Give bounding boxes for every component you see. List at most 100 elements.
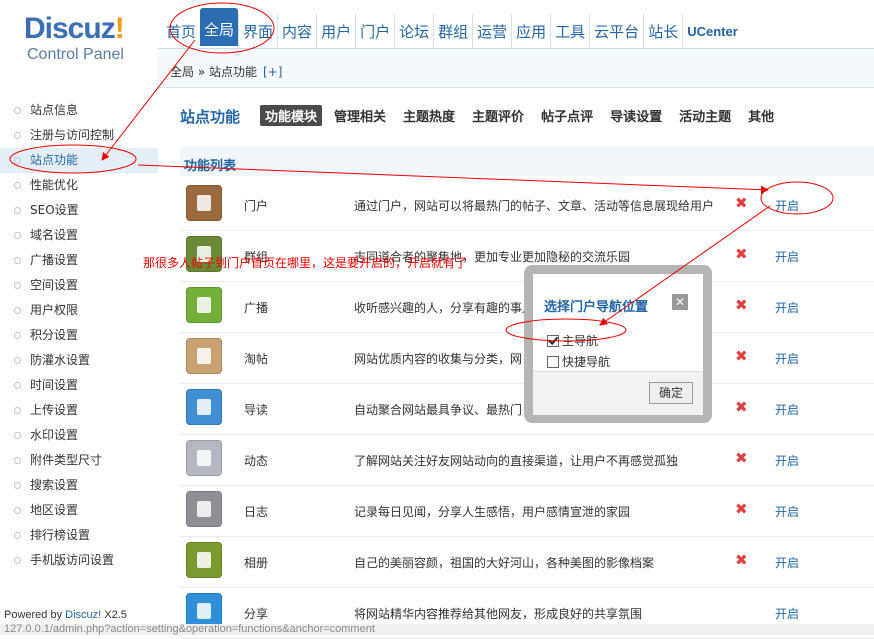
disabled-icon: ✖ [735,551,748,569]
feature-description: 将网站精华内容推荐给其他网友，形成良好的共享氛围 [354,607,643,621]
option-quick-nav[interactable]: 快捷导航 [547,353,610,370]
feature-description: 通过门户，网站可以将最热门的帖子、文章、活动等信息展现给用户 [354,199,715,213]
nav-tab-13[interactable]: UCenter [682,14,742,48]
enable-link[interactable]: 开启 [775,299,799,316]
sidebar-item-12[interactable]: 上传设置 [0,398,158,423]
feature-name: 动态 [244,454,269,468]
feature-icon [186,542,222,578]
breadcrumb: 全局 » 站点功能 [+] [170,65,283,79]
feature-icon [186,491,222,527]
feature-icon [186,338,222,374]
list-header: 功能列表 [180,146,874,176]
feature-description: 记录每日见闻，分享人生感悟，用户感情宣泄的家园 [354,505,631,519]
feature-description: 网站优质内容的收集与分类，网 [354,352,523,366]
section-tab-6[interactable]: 活动主题 [674,105,736,126]
powered-by: Powered by Discuz! X2.5 [4,609,127,621]
sidebar-item-8[interactable]: 用户权限 [0,298,158,323]
feature-name: 淘帖 [244,352,269,366]
sidebar-item-10[interactable]: 防灌水设置 [0,348,158,373]
enable-link[interactable]: 开启 [775,452,799,469]
feature-name: 分享 [244,607,269,621]
nav-tab-8[interactable]: 运营 [472,14,511,48]
confirm-button[interactable]: 确定 [649,382,693,404]
sidebar-item-9[interactable]: 积分设置 [0,323,158,348]
feature-icon [186,389,222,425]
nav-tab-9[interactable]: 应用 [511,14,550,48]
section-tab-0[interactable]: 功能模块 [260,105,323,126]
disabled-icon: ✖ [735,449,748,467]
sidebar-item-15[interactable]: 搜索设置 [0,473,158,498]
feature-icon [186,185,222,221]
page-title: 站点功能 [180,108,241,126]
enable-link[interactable]: 开启 [775,503,799,520]
sidebar-item-1[interactable]: 注册与访问控制 [0,123,158,148]
enable-link[interactable]: 开启 [775,605,799,622]
feature-name: 日志 [244,505,269,519]
nav-tab-4[interactable]: 用户 [316,14,355,48]
feature-name: 广播 [244,301,269,315]
feature-icon [186,287,222,323]
feature-row: 相册 自己的美丽容颜，祖国的大好河山，各种美图的影像档案 ✖ 开启 [180,536,874,588]
sidebar-item-2[interactable]: 站点功能 [0,148,158,173]
nav-tab-3[interactable]: 内容 [277,14,316,48]
nav-tab-5[interactable]: 门户 [355,14,394,48]
disabled-icon: ✖ [735,296,748,314]
enable-link[interactable]: 开启 [775,248,799,265]
sidebar-item-13[interactable]: 水印设置 [0,423,158,448]
sidebar-item-6[interactable]: 广播设置 [0,248,158,273]
feature-icon [186,440,222,476]
section-tabs: 功能模块 管理相关 主题热度 主题评价 帖子点评 导读设置 活动主题 其他 [260,105,786,126]
add-shortcut-link[interactable]: [+] [263,65,282,79]
option-main-nav[interactable]: 主导航 [547,332,598,349]
feature-description: 收听感兴趣的人，分享有趣的事儿 [354,301,535,315]
enable-link[interactable]: 开启 [775,197,799,214]
sidebar-item-11[interactable]: 时间设置 [0,373,158,398]
feature-row: 日志 记录每日见闻，分享人生感悟，用户感情宣泄的家园 ✖ 开启 [180,485,874,537]
section-tab-2[interactable]: 主题热度 [398,105,460,126]
feature-name: 相册 [244,556,269,570]
top-navigation: 首页 全局 界面 内容 用户 门户 论坛 群组 运营 应用 工具 云平台 站长 UCenter [158,0,874,49]
section-tab-7[interactable]: 其他 [743,105,779,126]
disabled-icon: ✖ [735,398,748,416]
sidebar-item-4[interactable]: SEO设置 [0,198,158,223]
sidebar-item-14[interactable]: 附件类型尺寸 [0,448,158,473]
sidebar: 站点信息 注册与访问控制 站点功能 性能优化 SEO设置 域名设置 广播设置 空间设置 用户权限… [0,88,158,635]
dialog-title: 选择门户导航位置 [544,300,649,315]
enable-link[interactable]: 开启 [775,401,799,418]
checkbox-quick-nav[interactable] [547,355,559,368]
feature-row: 门户 通过门户，网站可以将最热门的帖子、文章、活动等信息展现给用户 ✖ 开启 [180,179,874,231]
feature-description: 了解网站关注好友网站动向的直接渠道，让用户不再感觉孤独 [354,454,679,468]
sidebar-item-18[interactable]: 手机版访问设置 [0,548,158,573]
sidebar-item-0[interactable]: 站点信息 [0,98,158,123]
sidebar-item-7[interactable]: 空间设置 [0,273,158,298]
close-icon[interactable]: ✕ [672,294,688,310]
nav-tab-1[interactable]: 全局 [200,8,239,46]
nav-tab-2[interactable]: 界面 [238,14,277,48]
nav-tab-0[interactable]: 首页 [162,14,200,48]
feature-description: 自己的美丽容颜，祖国的大好河山，各种美图的影像档案 [354,556,655,570]
logo-subtitle: Control Panel [27,46,124,63]
disabled-icon: ✖ [735,500,748,518]
nav-tab-10[interactable]: 工具 [550,14,589,48]
section-tab-5[interactable]: 导读设置 [605,105,667,126]
section-tab-4[interactable]: 帖子点评 [536,105,598,126]
sidebar-item-17[interactable]: 排行榜设置 [0,523,158,548]
disabled-icon: ✖ [735,347,748,365]
sidebar-item-16[interactable]: 地区设置 [0,498,158,523]
feature-row: 动态 了解网站关注好友网站动向的直接渠道，让用户不再感觉孤独 ✖ 开启 [180,434,874,486]
disabled-icon: ✖ [735,194,748,212]
nav-tab-6[interactable]: 论坛 [394,14,433,48]
checkbox-main-nav[interactable] [547,334,559,347]
section-tab-1[interactable]: 管理相关 [329,105,391,126]
enable-link[interactable]: 开启 [775,554,799,571]
nav-tab-12[interactable]: 站长 [643,14,682,48]
nav-tab-7[interactable]: 群组 [433,14,472,48]
sidebar-item-5[interactable]: 域名设置 [0,223,158,248]
nav-tab-11[interactable]: 云平台 [589,14,643,48]
section-tab-3[interactable]: 主题评价 [467,105,529,126]
main-content: 站点功能 功能模块 管理相关 主题热度 主题评价 帖子点评 导读设置 活动主题 其他 功能列表… [158,88,874,639]
feature-description: 自动聚合网站最具争议、最热门 [354,403,523,417]
enable-link[interactable]: 开启 [775,350,799,367]
sidebar-item-3[interactable]: 性能优化 [0,173,158,198]
feature-name: 门户 [244,199,269,213]
